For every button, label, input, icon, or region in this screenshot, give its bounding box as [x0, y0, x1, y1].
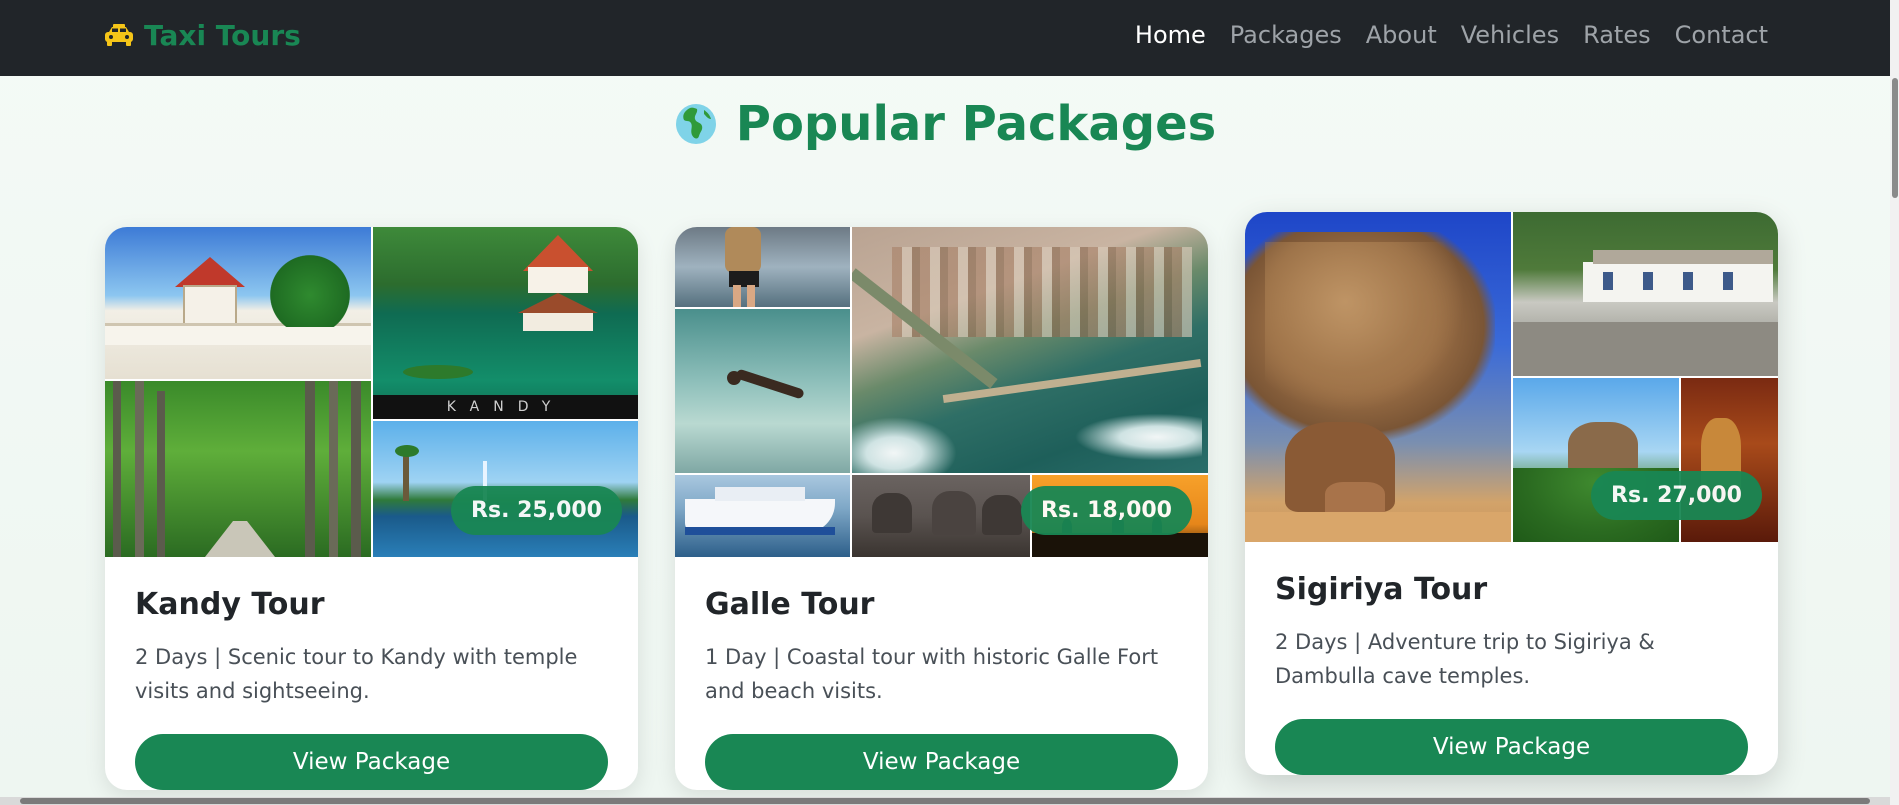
view-package-button[interactable]: View Package — [705, 734, 1178, 790]
package-card-kandy: KANDY Rs. 25,000 Kandy Tour 2 Days | Sce… — [105, 227, 638, 790]
nav-packages[interactable]: Packages — [1230, 21, 1342, 49]
taxi-icon — [105, 24, 133, 46]
package-title: Galle Tour — [705, 587, 875, 622]
view-package-button[interactable]: View Package — [1275, 719, 1748, 775]
navbar: Taxi Tours Home Packages About Vehicles … — [0, 0, 1890, 76]
nav-rates[interactable]: Rates — [1583, 21, 1651, 49]
vertical-scrollbar[interactable] — [1890, 0, 1899, 805]
nav-home[interactable]: Home — [1135, 21, 1206, 49]
price-badge: Rs. 27,000 — [1591, 471, 1762, 520]
package-title: Kandy Tour — [135, 587, 325, 622]
brand-name: Taxi Tours — [144, 18, 301, 52]
view-package-button[interactable]: View Package — [135, 734, 608, 790]
package-image-galle: Rs. 18,000 — [675, 227, 1208, 557]
package-image-kandy: KANDY Rs. 25,000 — [105, 227, 638, 557]
package-title: Sigiriya Tour — [1275, 572, 1488, 607]
package-card-galle: Rs. 18,000 Galle Tour 1 Day | Coastal to… — [675, 227, 1208, 790]
brand-link[interactable]: Taxi Tours — [104, 0, 301, 70]
kandy-image-caption: KANDY — [373, 395, 638, 419]
package-card-sigiriya: Rs. 27,000 Sigiriya Tour 2 Days | Advent… — [1245, 212, 1778, 775]
package-description: 2 Days | Adventure trip to Sigiriya & Da… — [1275, 630, 1655, 688]
horizontal-scrollbar-thumb[interactable] — [20, 798, 1870, 804]
globe-icon — [675, 104, 716, 144]
nav-contact[interactable]: Contact — [1675, 21, 1768, 49]
package-image-sigiriya: Rs. 27,000 — [1245, 212, 1778, 542]
vertical-scrollbar-thumb[interactable] — [1892, 78, 1898, 198]
price-badge: Rs. 18,000 — [1021, 486, 1192, 535]
package-description: 1 Day | Coastal tour with historic Galle… — [705, 645, 1159, 703]
section-title-text: Popular Packages — [735, 96, 1217, 152]
nav-about[interactable]: About — [1366, 21, 1437, 49]
nav-links: Home Packages About Vehicles Rates Conta… — [1135, 0, 1768, 70]
nav-vehicles[interactable]: Vehicles — [1461, 21, 1559, 49]
price-badge: Rs. 25,000 — [451, 486, 622, 535]
package-description: 2 Days | Scenic tour to Kandy with templ… — [135, 645, 578, 703]
horizontal-scrollbar[interactable] — [0, 797, 1890, 805]
section-title: Popular Packages — [0, 96, 1890, 152]
